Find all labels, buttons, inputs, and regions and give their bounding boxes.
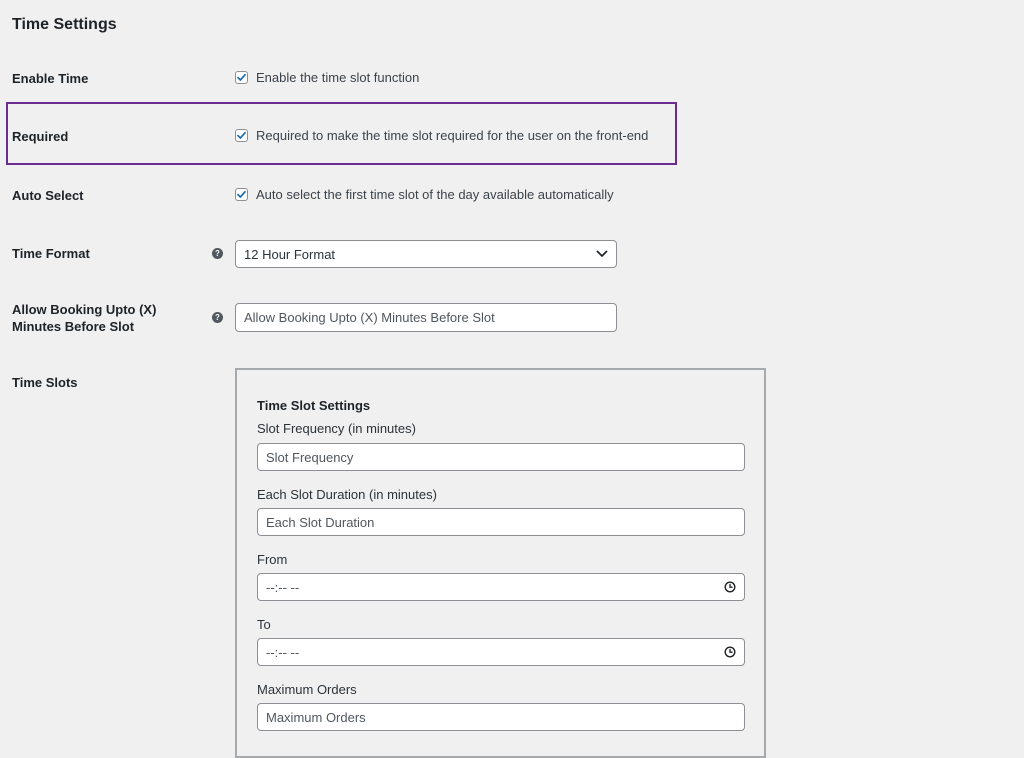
allow-booking-input[interactable] (235, 303, 617, 332)
slot-duration-input[interactable] (257, 508, 745, 536)
time-slot-settings-panel: Time Slot Settings Slot Frequency (in mi… (235, 368, 766, 758)
time-format-select[interactable]: 12 Hour Format (235, 240, 617, 268)
slot-duration-label: Each Slot Duration (in minutes) (257, 487, 437, 502)
enable-time-text: Enable the time slot function (256, 70, 420, 85)
max-orders-input[interactable] (257, 703, 745, 731)
clock-icon[interactable] (724, 581, 736, 593)
checkmark-icon (237, 73, 246, 81)
required-text: Required to make the time slot required … (256, 128, 649, 143)
help-icon[interactable]: ? (212, 312, 223, 323)
required-checkbox[interactable] (235, 129, 248, 142)
time-slots-label: Time Slots (12, 375, 78, 390)
from-time-input[interactable]: --:-- -- (257, 573, 745, 601)
allow-booking-label-line1: Allow Booking Upto (X) (12, 302, 157, 317)
required-option[interactable]: Required to make the time slot required … (235, 128, 648, 143)
auto-select-checkbox[interactable] (235, 188, 248, 201)
from-label: From (257, 552, 288, 567)
clock-icon[interactable] (724, 646, 736, 658)
from-time-value: --:-- -- (266, 579, 300, 595)
allow-booking-label: Allow Booking Upto (X) Minutes Before Sl… (12, 301, 156, 335)
help-icon[interactable]: ? (212, 248, 223, 259)
auto-select-text: Auto select the first time slot of the d… (256, 187, 614, 202)
auto-select-option[interactable]: Auto select the first time slot of the d… (235, 187, 614, 202)
slot-frequency-input[interactable] (257, 443, 745, 471)
enable-time-checkbox[interactable] (235, 71, 248, 84)
slot-frequency-label: Slot Frequency (in minutes) (257, 421, 416, 436)
section-title: Time Settings (12, 16, 117, 33)
enable-time-option[interactable]: Enable the time slot function (235, 70, 419, 85)
chevron-down-icon (596, 250, 608, 257)
time-format-label: Time Format (12, 246, 90, 261)
max-orders-label: Maximum Orders (257, 682, 357, 697)
time-slot-settings-title: Time Slot Settings (257, 398, 371, 413)
to-time-value: --:-- -- (266, 644, 300, 660)
auto-select-label: Auto Select (12, 188, 84, 203)
to-label: To (257, 617, 271, 632)
checkmark-icon (237, 190, 246, 198)
allow-booking-label-line2: Minutes Before Slot (12, 319, 135, 334)
to-time-input[interactable]: --:-- -- (257, 638, 745, 666)
enable-time-label: Enable Time (12, 71, 89, 86)
checkmark-icon (237, 131, 246, 139)
required-label: Required (12, 129, 69, 144)
time-format-selected: 12 Hour Format (244, 246, 336, 262)
